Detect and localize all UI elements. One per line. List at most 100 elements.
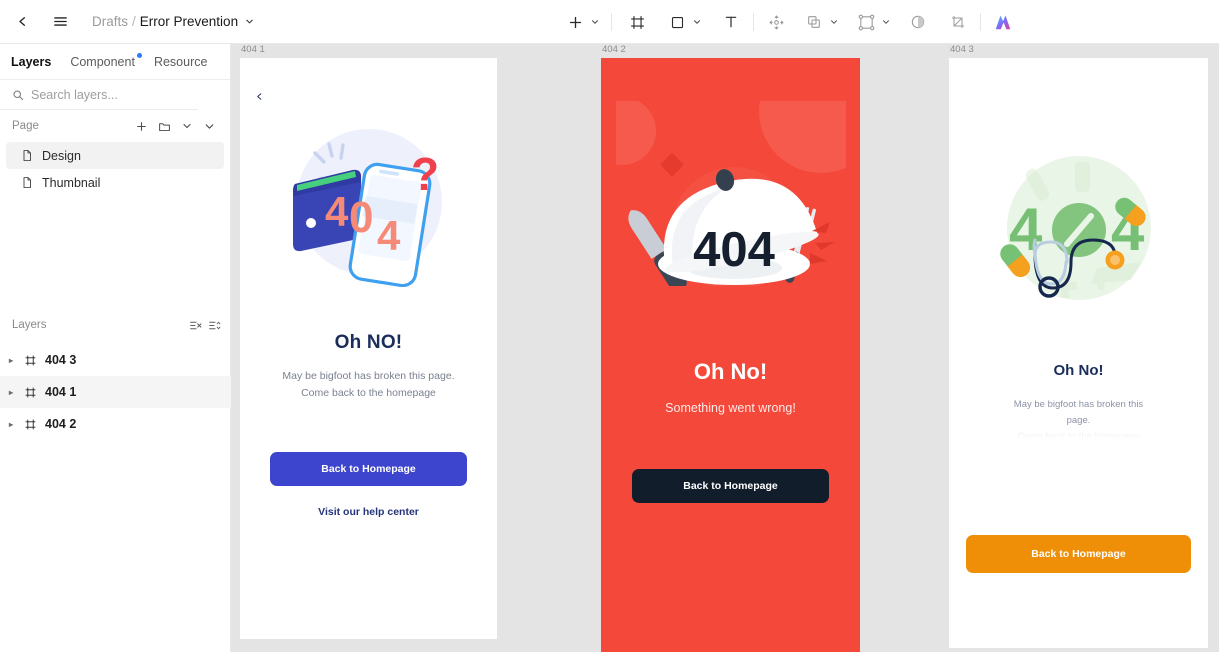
tab-layers-label: Layers [11, 54, 52, 69]
design-canvas[interactable]: 404 1 4 0 4 ? Oh NO! May be bigfoot has … [231, 44, 1219, 652]
page-item-thumbnail[interactable]: Thumbnail [6, 169, 224, 196]
layer-item-label: 404 1 [45, 385, 77, 399]
add-page-button[interactable] [130, 120, 153, 133]
svg-text:4: 4 [377, 212, 401, 259]
tab-resource-label: Resource [153, 54, 208, 69]
artboard1-subtitle-line2: Come back to the homepage [301, 387, 436, 399]
frame-label-404-2[interactable]: 404 2 [601, 44, 860, 55]
layer-item-label: 404 2 [45, 417, 77, 431]
page-section-label: Page [12, 120, 39, 132]
artboard1-subtitle: May be bigfoot has broken this page. Com… [282, 368, 454, 402]
toolbar-left-group: Drafts / Error Prevention [0, 10, 255, 34]
food-cloche-plate-cutlery-404-illustration: 404 [615, 101, 846, 331]
page-collapse-chevron-icon[interactable] [176, 120, 198, 132]
frame-404-3: 404 3 4 4 Oh No! May be bigfoot has brok… [949, 44, 1208, 648]
contrast-circle-icon[interactable] [905, 8, 931, 36]
union-shapes-icon[interactable] [801, 8, 827, 36]
tab-component-label: Component [70, 54, 135, 69]
page-item-label: Design [42, 148, 81, 163]
breadcrumb-filename[interactable]: Error Prevention [140, 14, 238, 29]
frame-404-1: 404 1 4 0 4 ? Oh NO! May be bigfoot has … [240, 44, 497, 639]
tab-layers[interactable]: Layers [11, 55, 51, 69]
text-t-icon[interactable] [718, 8, 744, 36]
toolbar-tools-group [562, 0, 1016, 44]
artboard-404-3[interactable]: 4 4 Oh No! May be bigfoot has broken thi… [949, 58, 1208, 648]
artboard2-subtitle: Something went wrong! [665, 401, 796, 415]
page-list: Design Thumbnail [0, 140, 230, 196]
chevron-down-icon[interactable] [244, 16, 255, 27]
page-file-icon [21, 149, 33, 162]
square-icon[interactable] [664, 8, 690, 36]
medical-stethoscope-pills-404-illustration: 4 4 [979, 150, 1179, 310]
back-button[interactable] [10, 10, 34, 34]
svg-text:404: 404 [693, 223, 775, 277]
boolean-tool-group [801, 8, 841, 36]
artboard1-back-to-homepage-button[interactable]: Back to Homepage [270, 452, 467, 486]
plus-icon[interactable] [562, 8, 588, 36]
frame-icon [24, 354, 37, 367]
layers-section-header: Layers [0, 312, 231, 338]
breadcrumb: Drafts / Error Prevention [92, 14, 255, 29]
layer-item-404-1[interactable]: ▸ 404 1 [0, 376, 231, 408]
gradient-logo-icon[interactable] [990, 8, 1016, 36]
disclosure-triangle-icon[interactable]: ▸ [6, 420, 16, 429]
chevron-down-icon[interactable] [827, 17, 841, 27]
frame-icon [24, 418, 37, 431]
page-item-label: Thumbnail [42, 175, 101, 190]
breadcrumb-drafts[interactable]: Drafts [92, 14, 128, 29]
artboard3-subtitle-line3-clipped: Come back to the homepage [1017, 431, 1140, 439]
tab-resource[interactable]: Resource [154, 55, 208, 69]
page-expand-chevron-icon[interactable] [198, 120, 221, 133]
layer-item-404-2[interactable]: ▸ 404 2 [0, 408, 231, 440]
tab-component[interactable]: Component [70, 52, 142, 69]
layer-item-404-3[interactable]: ▸ 404 3 [0, 344, 231, 376]
frame-icon [24, 386, 37, 399]
filter-list-icon[interactable] [183, 319, 202, 332]
artboard-404-2[interactable]: 404 Oh No! Something went wrong! Back to… [601, 58, 860, 652]
layers-section-label: Layers [12, 319, 47, 331]
toolbar-divider [611, 13, 612, 31]
chevron-down-icon[interactable] [690, 17, 704, 27]
add-tool-group [562, 8, 602, 36]
shape-tool-group [664, 8, 704, 36]
hamburger-menu-icon[interactable] [48, 10, 72, 34]
page-section-header: Page [0, 112, 230, 140]
frame-label-404-1[interactable]: 404 1 [240, 44, 497, 55]
layer-list: ▸ 404 3 ▸ 404 1 ▸ 404 2 [0, 344, 231, 440]
search-layers-row[interactable] [0, 80, 198, 110]
svg-text:?: ? [411, 148, 439, 200]
sort-list-icon[interactable] [202, 319, 221, 332]
sidebar-tabs: Layers Component Resource [0, 44, 230, 80]
toolbar-divider [980, 13, 981, 31]
artboard1-back-chevron-icon[interactable] [254, 90, 265, 108]
disclosure-triangle-icon[interactable]: ▸ [6, 388, 16, 397]
frame-404-2: 404 2 404 Oh No! Something went wrong! B… [601, 44, 860, 652]
artboard1-help-center-link[interactable]: Visit our help center [318, 506, 419, 518]
artboard3-back-to-homepage-button[interactable]: Back to Homepage [966, 535, 1191, 573]
search-input[interactable] [31, 87, 181, 102]
crop-icon[interactable] [945, 8, 971, 36]
frame-label-404-3[interactable]: 404 3 [949, 44, 1208, 55]
artboard2-title: Oh No! [693, 359, 768, 384]
artboard1-title: Oh NO! [334, 332, 403, 353]
frame-icon[interactable] [624, 8, 650, 36]
new-folder-icon[interactable] [153, 120, 176, 133]
disclosure-triangle-icon[interactable]: ▸ [6, 356, 16, 365]
page-file-icon [21, 176, 33, 189]
artboard3-subtitle-line1: May be bigfoot has broken this [1013, 399, 1144, 410]
move-anchor-icon[interactable] [763, 8, 789, 36]
chevron-down-icon[interactable] [879, 17, 893, 27]
component-badge-dot [136, 52, 142, 58]
artboard2-back-to-homepage-button[interactable]: Back to Homepage [632, 469, 829, 503]
artboard3-subtitle: May be bigfoot has broken this page. [1004, 397, 1154, 429]
artboard3-subtitle-line2: page. [1066, 415, 1091, 426]
artboard-404-1[interactable]: 4 0 4 ? Oh NO! May be bigfoot has broken… [240, 58, 497, 639]
top-toolbar: Drafts / Error Prevention [0, 0, 1219, 44]
wallet-phone-404-question-illustration: 4 0 4 ? [269, 122, 469, 288]
page-item-design[interactable]: Design [6, 142, 224, 169]
chevron-down-icon[interactable] [588, 17, 602, 27]
breadcrumb-separator: / [132, 14, 136, 29]
artboard1-subtitle-line1: May be bigfoot has broken this page. [282, 370, 455, 382]
component-tool-group [853, 8, 893, 36]
component-nodes-icon[interactable] [853, 8, 879, 36]
